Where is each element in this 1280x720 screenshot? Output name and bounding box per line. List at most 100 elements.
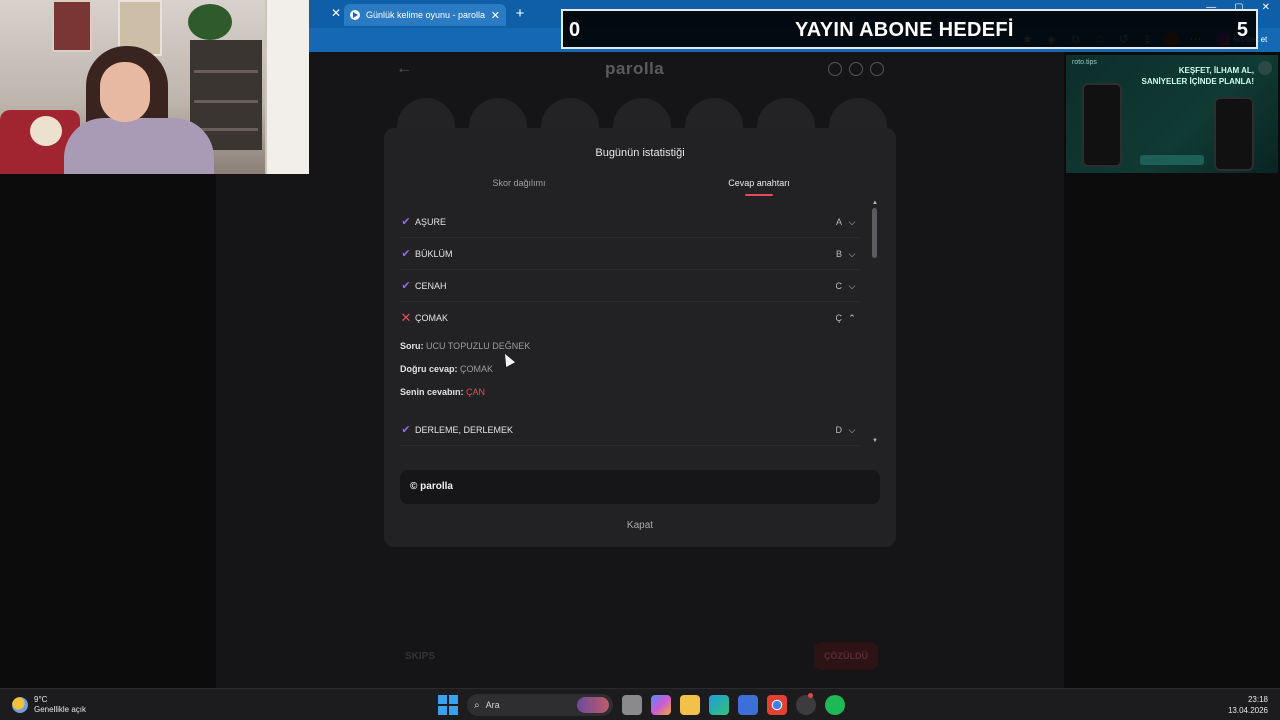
- search-placeholder: Ara: [485, 700, 500, 710]
- info-icon[interactable]: [828, 62, 842, 76]
- weather-icon: [12, 697, 28, 713]
- answer-row[interactable]: ✔ BÜKLÜM B ⌵: [400, 238, 860, 270]
- ad-phone-image: [1214, 97, 1254, 171]
- play-icon: [350, 10, 360, 20]
- chevron-up-icon[interactable]: ⌃: [846, 312, 858, 324]
- goal-target: 5: [1236, 19, 1248, 41]
- your-answer-label: Senin cevabın:: [400, 387, 464, 397]
- answer-word: DERLEME, DERLEMEK: [415, 425, 514, 435]
- goal-current: 0: [569, 19, 581, 41]
- ad-brand: roto.tips: [1072, 59, 1097, 66]
- skips-label: SKIPS: [405, 651, 436, 662]
- scroll-down-icon[interactable]: ▼: [871, 438, 879, 444]
- chevron-down-icon[interactable]: ⌵: [846, 280, 858, 292]
- advertisement[interactable]: roto.tips KEŞFET, İLHAM AL, SANİYELER İÇ…: [1066, 55, 1278, 173]
- answer-word: AŞURE: [415, 217, 447, 227]
- copyright-bar: © parolla: [400, 470, 880, 504]
- check-icon: ✔: [401, 248, 411, 260]
- settings-icon[interactable]: [796, 695, 816, 715]
- search-icon: ⌕: [474, 699, 480, 711]
- scroll-up-icon[interactable]: ▲: [871, 200, 879, 206]
- file-explorer-icon[interactable]: [680, 695, 700, 715]
- subscriber-goal-banner: 0 YAYIN ABONE HEDEFİ 5: [561, 9, 1258, 49]
- copyright-text: © parolla: [410, 481, 453, 492]
- window-close-icon[interactable]: ✕: [1262, 2, 1270, 13]
- correct-answer-detail: Doğru cevap: ÇOMAK: [400, 364, 493, 374]
- notification-dot: [808, 693, 813, 698]
- weather-desc: Genellikle açık: [34, 705, 87, 714]
- answer-word: ÇOMAK: [415, 313, 449, 323]
- chevron-down-icon[interactable]: ⌵: [846, 216, 858, 228]
- solved-button: ÇÖZÜLDÜ: [814, 642, 878, 670]
- taskbar-search[interactable]: ⌕ Ara: [467, 694, 613, 716]
- plant: [188, 4, 232, 40]
- answer-word: BÜKLÜM: [415, 249, 453, 259]
- correct-answer-text: ÇOMAK: [460, 364, 494, 374]
- tab-score-distribution[interactable]: Skor dağılımı: [444, 178, 594, 188]
- answer-row[interactable]: ✔ DERLEME, DERLEMEK D ⌵: [400, 414, 860, 446]
- tab-answer-key[interactable]: Cevap anahtarı: [684, 178, 834, 188]
- answer-row[interactable]: ✔ CENAH C ⌵: [400, 270, 860, 302]
- shelf-row: [194, 70, 258, 73]
- check-icon: ✔: [401, 424, 411, 436]
- weather-text: 9°C Genellikle açık: [34, 695, 86, 715]
- close-button[interactable]: Kapat: [600, 520, 680, 531]
- ad-cta-button[interactable]: [1140, 155, 1204, 165]
- screen: ✕ Günlük kelime oyunu - parolla - Ke ✕ +…: [0, 0, 1280, 720]
- check-icon: ✔: [401, 280, 411, 292]
- weather-temp: 9°C: [34, 695, 48, 704]
- question-label: Soru:: [400, 341, 424, 351]
- chevron-down-icon[interactable]: ⌵: [846, 424, 858, 436]
- your-answer-detail: Senin cevabın: ÇAN: [400, 387, 485, 397]
- wall-poster: [52, 0, 92, 52]
- weather-widget[interactable]: 9°C Genellikle açık: [12, 695, 86, 715]
- streamer-body: [64, 118, 214, 174]
- your-answer-text: ÇAN: [466, 387, 486, 397]
- game-logo: parolla: [605, 59, 665, 78]
- edge-icon[interactable]: [709, 695, 729, 715]
- ad-phone-image: [1082, 83, 1122, 167]
- search-highlight-image: [577, 697, 609, 713]
- tab-close-icon[interactable]: ✕: [491, 9, 500, 22]
- spotify-icon[interactable]: [825, 695, 845, 715]
- scrollbar[interactable]: ▲ ▼: [871, 200, 879, 448]
- task-view-icon[interactable]: [622, 695, 642, 715]
- ad-text: KEŞFET, İLHAM AL, SANİYELER İÇİNDE PLANL…: [1141, 66, 1254, 86]
- store-icon[interactable]: [738, 695, 758, 715]
- streamer-face: [100, 62, 150, 122]
- system-clock[interactable]: 23:18 13.04.2026: [1228, 694, 1268, 716]
- question-detail: Soru: UCU TOPUZLU DEĞNEK: [400, 341, 530, 351]
- chrome-icon[interactable]: [767, 695, 787, 715]
- check-icon: ✔: [401, 216, 411, 228]
- answer-letter: B: [835, 249, 842, 259]
- start-icon[interactable]: [438, 695, 458, 715]
- user-icon[interactable]: [870, 62, 884, 76]
- stats-icon[interactable]: [849, 62, 863, 76]
- back-arrow-icon[interactable]: ←: [396, 60, 412, 78]
- door: [265, 0, 309, 174]
- taskbar: 9°C Genellikle açık ⌕ Ara 23:18 13.04.20…: [0, 688, 1280, 720]
- close-icon[interactable]: ✕: [329, 6, 343, 20]
- scroll-thumb[interactable]: [872, 208, 877, 258]
- ad-close-icon[interactable]: [1258, 61, 1272, 75]
- answer-row-expanded[interactable]: ✕ ÇOMAK Ç ⌃: [400, 302, 860, 334]
- chevron-down-icon[interactable]: ⌵: [846, 248, 858, 260]
- browser-tab-active[interactable]: Günlük kelime oyunu - parolla - Ke ✕: [344, 4, 506, 26]
- cross-icon: ✕: [400, 310, 412, 325]
- answer-letter: A: [835, 217, 842, 227]
- modal-title: Bugünün istatistiği: [595, 147, 685, 159]
- goal-title: YAYIN ABONE HEDEFİ: [795, 19, 1014, 41]
- clock-time: 23:18: [1247, 695, 1268, 704]
- webcam-feed: [0, 0, 309, 174]
- answer-row[interactable]: ✔ AŞURE A ⌵: [400, 206, 860, 238]
- copilot-app-icon[interactable]: [651, 695, 671, 715]
- shelf-row: [194, 100, 258, 103]
- question-text: UCU TOPUZLU DEĞNEK: [426, 341, 531, 351]
- header-icons: [828, 62, 884, 76]
- answer-letter: C: [835, 281, 843, 291]
- answer-word: CENAH: [415, 281, 447, 291]
- stats-modal: Bugünün istatistiği Skor dağılımı Cevap …: [384, 128, 896, 547]
- active-tab-indicator: [745, 194, 773, 196]
- plush-toy: [30, 116, 62, 146]
- new-tab-button[interactable]: +: [512, 5, 528, 22]
